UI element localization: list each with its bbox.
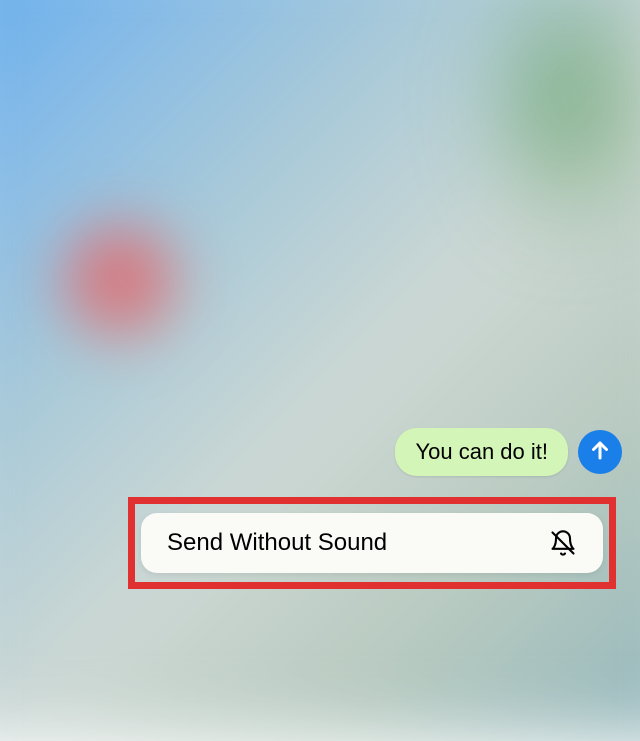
message-text: You can do it! [415,439,548,464]
message-input-row: You can do it! [395,428,622,476]
composed-message-bubble[interactable]: You can do it! [395,428,568,476]
send-option-label: Send Without Sound [167,529,387,557]
send-button[interactable] [578,430,622,474]
send-without-sound-option[interactable]: Send Without Sound [141,513,603,573]
bell-slash-icon [549,529,577,557]
content-layer: You can do it! Send Without Sound [0,0,640,674]
annotation-highlight-box: Send Without Sound [128,497,616,589]
arrow-up-icon [588,438,612,467]
